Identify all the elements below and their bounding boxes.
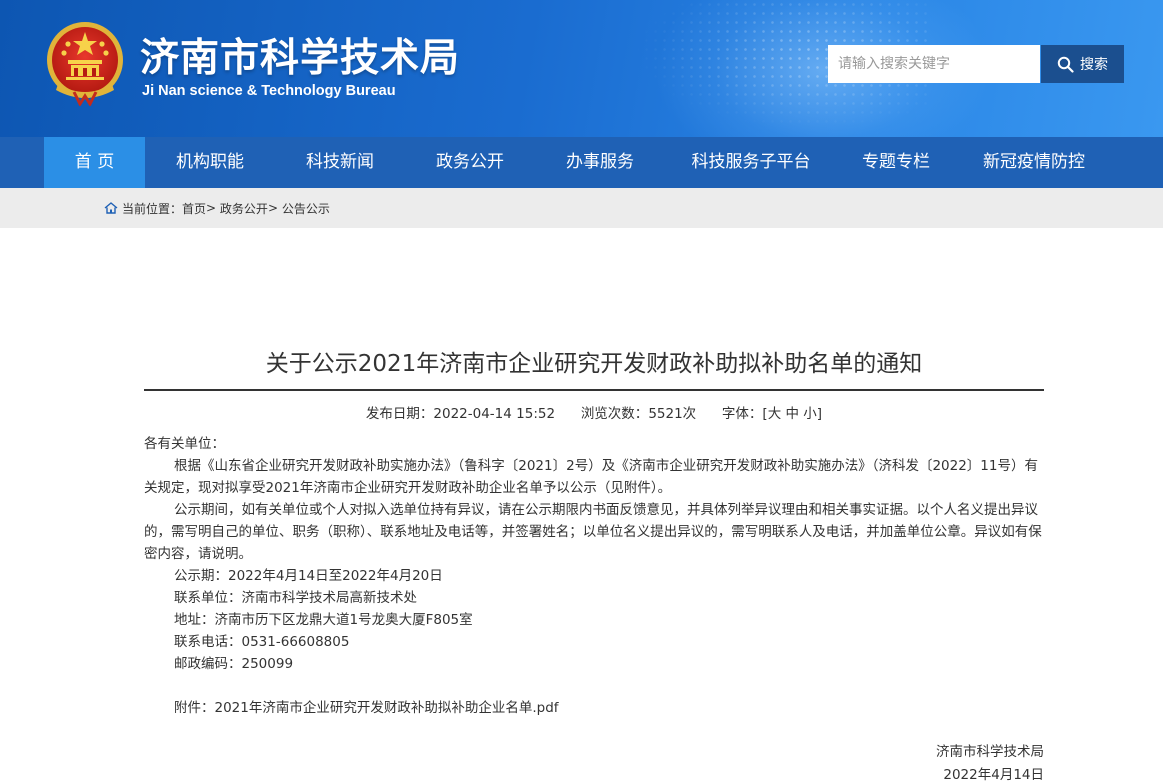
site-subtitle: Ji Nan science & Technology Bureau <box>142 83 396 99</box>
font-size-medium-button[interactable]: 中 <box>786 406 800 422</box>
main-nav: 首 页 机构职能 科技新闻 政务公开 办事服务 科技服务子平台 专题专栏 新冠疫… <box>0 137 1163 188</box>
home-icon <box>104 202 118 214</box>
paragraph: 根据《山东省企业研究开发财政补助实施办法》（鲁科字〔2021〕2号）及《济南市企… <box>144 458 1038 496</box>
nav-item-covid[interactable]: 新冠疫情防控 <box>955 137 1113 188</box>
site-header: 济南市科学技术局 Ji Nan science & Technology Bur… <box>0 0 1163 137</box>
nav-item-home[interactable]: 首 页 <box>44 137 145 188</box>
search-input[interactable] <box>828 45 1040 83</box>
breadcrumb: 当前位置： 首页 > 政务公开 > 公告公示 <box>104 188 330 228</box>
nav-item-services[interactable]: 办事服务 <box>535 137 665 188</box>
views-count: 5521次 <box>648 406 697 422</box>
search-icon <box>1057 56 1074 73</box>
nav-item-tech-news[interactable]: 科技新闻 <box>275 137 405 188</box>
attachment-label: 附件： <box>174 700 215 716</box>
attachment-link[interactable]: 2021年济南市企业研究开发财政补助拟补助企业名单.pdf <box>215 700 559 716</box>
contact-address: 地址：济南市历下区龙鼎大道1号龙奥大厦F805室 <box>174 612 473 628</box>
nav-item-sub-platform[interactable]: 科技服务子平台 <box>665 137 837 188</box>
search-button-label: 搜索 <box>1080 57 1108 73</box>
national-emblem-logo <box>47 22 123 106</box>
breadcrumb-prefix: 当前位置： <box>122 201 183 216</box>
signature-org: 济南市科学技术局 <box>936 744 1044 760</box>
salutation: 各有关单位： <box>144 436 225 452</box>
site-title: 济南市科学技术局 <box>140 36 461 81</box>
article-title: 关于公示2021年济南市企业研究开发财政补助拟补助名单的通知 <box>265 351 923 377</box>
breadcrumb-notices-link[interactable]: 公告公示 <box>282 200 330 217</box>
font-size-small-button[interactable]: 小 <box>803 406 817 422</box>
breadcrumb-home-link[interactable]: 首页 <box>182 200 206 217</box>
breadcrumb-separator: > <box>267 201 278 215</box>
font-size-bracket: ] <box>816 406 823 422</box>
font-size-label: 字体： <box>721 406 763 422</box>
breadcrumb-gov-affairs-link[interactable]: 政务公开 <box>220 200 268 217</box>
signature-date: 2022年4月14日 <box>943 767 1044 783</box>
publicity-period: 公示期：2022年4月14日至2022年4月20日 <box>174 568 443 584</box>
publish-date-label: 发布日期： <box>365 406 434 422</box>
paragraph: 公示期间，如有关单位或个人对拟入选单位持有异议，请在公示期限内书面反馈意见，并具… <box>144 502 1042 562</box>
attachment-line: 附件：2021年济南市企业研究开发财政补助拟补助企业名单.pdf <box>144 697 1048 719</box>
article-body: 各有关单位： 根据《山东省企业研究开发财政补助实施办法》（鲁科字〔2021〕2号… <box>144 433 1048 719</box>
views-label: 浏览次数： <box>580 406 649 422</box>
postal-code: 邮政编码：250099 <box>174 656 294 672</box>
breadcrumb-separator: > <box>206 201 217 215</box>
article-meta: 发布日期：2022-04-14 15:52 浏览次数：5521次 字体：[大 中… <box>144 402 1044 422</box>
nav-item-gov-affairs[interactable]: 政务公开 <box>405 137 535 188</box>
title-divider <box>144 389 1044 391</box>
nav-item-functions[interactable]: 机构职能 <box>145 137 275 188</box>
search-button[interactable]: 搜索 <box>1041 45 1124 83</box>
font-size-large-button[interactable]: 大 <box>768 406 782 422</box>
nav-item-special-topics[interactable]: 专题专栏 <box>837 137 955 188</box>
contact-phone: 联系电话：0531-66608805 <box>174 634 350 650</box>
publish-date: 2022-04-14 15:52 <box>433 406 556 422</box>
breadcrumb-bar: 当前位置： 首页 > 政务公开 > 公告公示 <box>0 188 1163 228</box>
contact-unit: 联系单位：济南市科学技术局高新技术处 <box>174 590 417 606</box>
